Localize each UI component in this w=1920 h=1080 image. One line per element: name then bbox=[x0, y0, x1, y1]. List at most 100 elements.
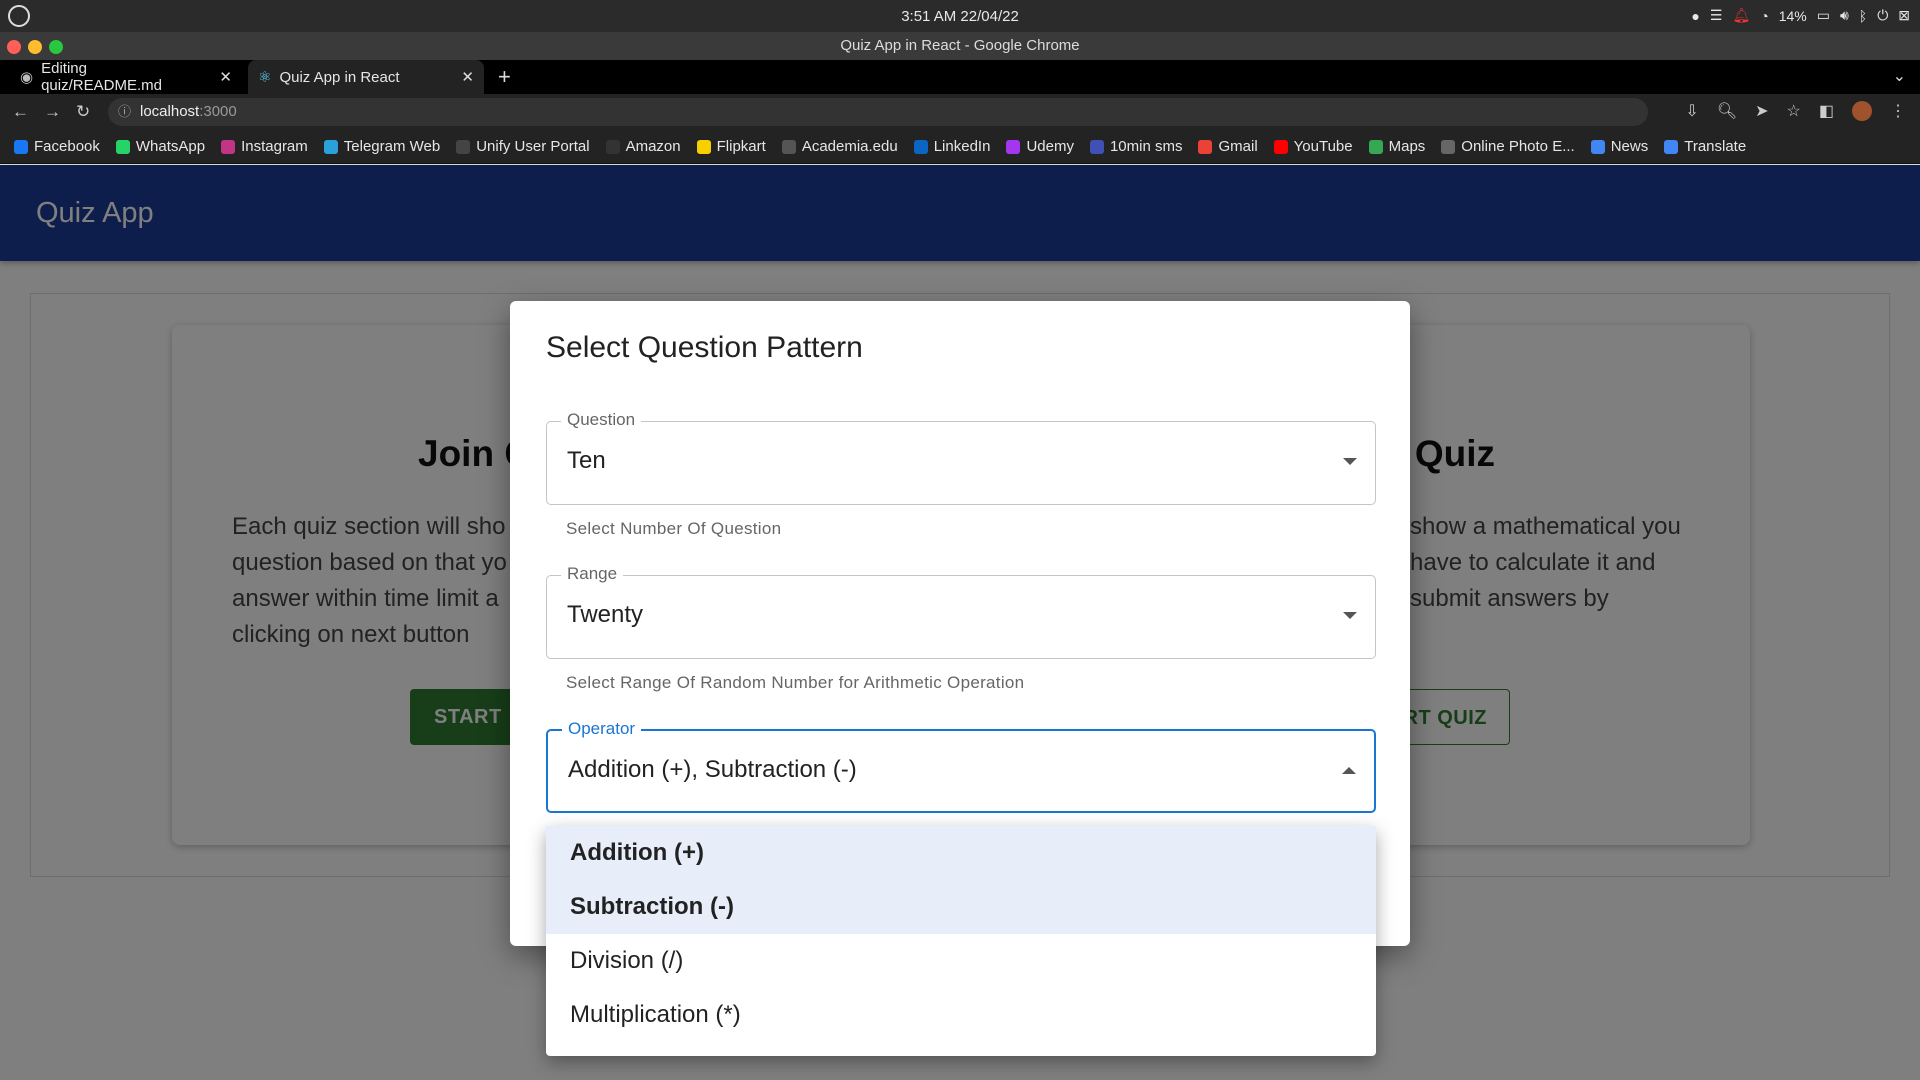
power-icon[interactable]: ⏻ bbox=[1877, 7, 1888, 24]
bookmark-favicon-icon bbox=[1089, 139, 1104, 154]
bookmark-favicon-icon bbox=[913, 139, 928, 154]
question-select[interactable]: Question Ten bbox=[546, 410, 1376, 505]
side-panel-icon[interactable]: ◧ bbox=[1819, 101, 1834, 121]
bookmark-item[interactable]: YouTube bbox=[1273, 138, 1353, 155]
bookmark-label: Telegram Web bbox=[343, 138, 441, 155]
bookmark-item[interactable]: LinkedIn bbox=[913, 138, 990, 155]
bookmark-item[interactable]: Udemy bbox=[1006, 138, 1074, 155]
url-port: :3000 bbox=[199, 103, 237, 120]
option-subtraction[interactable]: Subtraction (-) bbox=[546, 880, 1376, 934]
dialog-title: Select Question Pattern bbox=[546, 331, 863, 364]
bookmark-favicon-icon bbox=[605, 139, 620, 154]
question-value: Ten bbox=[567, 447, 606, 474]
bookmark-favicon-icon bbox=[1664, 139, 1679, 154]
bookmark-item[interactable]: Online Photo E... bbox=[1441, 138, 1575, 155]
option-addition[interactable]: Addition (+) bbox=[546, 826, 1376, 880]
bookmark-item[interactable]: Maps bbox=[1368, 138, 1426, 155]
wifi-icon[interactable]: ◔ bbox=[1760, 8, 1768, 24]
tab-quiz-app[interactable]: ⚛ Quiz App in React ✕ bbox=[248, 60, 484, 94]
bookmark-favicon-icon bbox=[1273, 139, 1288, 154]
forward-icon[interactable]: → bbox=[44, 102, 61, 122]
bookmark-favicon-icon bbox=[781, 139, 796, 154]
send-icon[interactable]: ➤ bbox=[1755, 101, 1768, 121]
bookmark-item[interactable]: WhatsApp bbox=[115, 138, 206, 155]
notification-icon[interactable]: 🔔︎ bbox=[1732, 7, 1750, 24]
bookmark-star-icon[interactable]: ☆ bbox=[1787, 101, 1801, 121]
bookmark-favicon-icon bbox=[1006, 139, 1021, 154]
reload-icon[interactable]: ↻ bbox=[76, 102, 90, 122]
bookmark-item[interactable]: Amazon bbox=[605, 138, 681, 155]
battery-icon[interactable]: ▭ bbox=[1817, 7, 1830, 24]
tab-search-icon[interactable]: ⌄ bbox=[1893, 66, 1906, 86]
bookmark-label: News bbox=[1610, 138, 1649, 155]
profile-avatar[interactable] bbox=[1852, 101, 1872, 121]
bookmark-favicon-icon bbox=[1590, 139, 1605, 154]
site-info-icon[interactable]: ⓘ bbox=[118, 98, 131, 126]
bookmark-label: YouTube bbox=[1293, 138, 1353, 155]
battery-label[interactable]: 14% bbox=[1779, 8, 1807, 24]
bookmark-item[interactable]: Academia.edu bbox=[781, 138, 898, 155]
chevron-up-icon bbox=[1342, 767, 1356, 774]
bookmark-favicon-icon bbox=[221, 139, 236, 154]
bookmark-label: Facebook bbox=[34, 138, 100, 155]
install-icon[interactable]: ⇩ bbox=[1685, 101, 1698, 121]
bookmark-label: Amazon bbox=[625, 138, 681, 155]
maximize-window-icon[interactable] bbox=[49, 40, 63, 54]
bookmark-item[interactable]: Facebook bbox=[14, 138, 100, 155]
react-icon: ⚛ bbox=[258, 69, 272, 86]
minimize-window-icon[interactable] bbox=[28, 40, 42, 54]
url-input[interactable]: ⓘ localhost:3000 bbox=[108, 98, 1648, 126]
bookmark-label: Flipkart bbox=[716, 138, 766, 155]
bookmark-item[interactable]: Flipkart bbox=[696, 138, 766, 155]
chevron-down-icon bbox=[1343, 458, 1357, 465]
bookmark-favicon-icon bbox=[696, 139, 711, 154]
bookmark-favicon-icon bbox=[1368, 139, 1383, 154]
toolbar-icons: ⇩ 🔍︎ ➤ ☆ ◧ ⋮ bbox=[1685, 101, 1906, 121]
zoom-icon[interactable]: 🔍︎ bbox=[1717, 101, 1737, 121]
bookmark-item[interactable]: Gmail bbox=[1198, 138, 1258, 155]
new-tab-icon[interactable]: + bbox=[498, 64, 511, 90]
record-icon[interactable]: ● bbox=[1691, 8, 1699, 24]
url-host: localhost bbox=[140, 103, 200, 120]
chevron-down-icon bbox=[1343, 612, 1357, 619]
operator-label: Operator bbox=[562, 719, 642, 739]
menu-icon[interactable]: ☰ bbox=[1710, 7, 1723, 24]
bookmark-label: Maps bbox=[1388, 138, 1426, 155]
back-icon[interactable]: ← bbox=[12, 102, 29, 122]
tab-strip: ◉ Editing quiz/README.md ✕ ⚛ Quiz App in… bbox=[0, 60, 1920, 94]
bookmark-item[interactable]: Unify User Portal bbox=[456, 138, 590, 155]
close-tab-icon[interactable]: ✕ bbox=[219, 68, 232, 86]
question-label: Question bbox=[561, 410, 642, 430]
bookmark-item[interactable]: Telegram Web bbox=[323, 138, 441, 155]
tab-readme[interactable]: ◉ Editing quiz/README.md ✕ bbox=[10, 60, 242, 94]
question-helper: Select Number Of Question bbox=[566, 519, 782, 538]
github-icon: ◉ bbox=[20, 69, 34, 86]
bluetooth-icon[interactable]: ᛒ bbox=[1859, 8, 1867, 24]
exit-icon[interactable]: ⊠ bbox=[1898, 7, 1910, 24]
bookmark-label: Instagram bbox=[241, 138, 308, 155]
bookmark-favicon-icon bbox=[1198, 139, 1213, 154]
volume-icon[interactable]: 🔊︎ bbox=[1840, 7, 1849, 24]
bookmark-label: 10min sms bbox=[1109, 138, 1183, 155]
option-division[interactable]: Division (/) bbox=[546, 934, 1376, 988]
operator-value: Addition (+), Subtraction (-) bbox=[568, 756, 857, 783]
bookmark-label: WhatsApp bbox=[135, 138, 206, 155]
bookmark-label: Translate bbox=[1684, 138, 1747, 155]
bookmark-favicon-icon bbox=[1441, 139, 1456, 154]
bookmark-item[interactable]: Instagram bbox=[221, 138, 308, 155]
bookmark-item[interactable]: 10min sms bbox=[1089, 138, 1183, 155]
system-tray: ● ☰ 🔔︎ ◔ 14% ▭ 🔊︎ ᛒ ⏻ ⊠ bbox=[1691, 7, 1910, 24]
bookmark-item[interactable]: News bbox=[1590, 138, 1649, 155]
bookmark-favicon-icon bbox=[14, 139, 28, 154]
range-select[interactable]: Range Twenty bbox=[546, 564, 1376, 659]
bookmark-label: Unify User Portal bbox=[476, 138, 590, 155]
close-window-icon[interactable] bbox=[7, 40, 21, 54]
bookmark-item[interactable]: Translate bbox=[1664, 138, 1746, 155]
close-tab-icon[interactable]: ✕ bbox=[461, 68, 474, 86]
option-multiplication[interactable]: Multiplication (*) bbox=[546, 988, 1376, 1042]
operator-select[interactable]: Operator Addition (+), Subtraction (-) bbox=[546, 719, 1376, 813]
window-title: Quiz App in React - Google Chrome bbox=[840, 37, 1080, 54]
more-menu-icon[interactable]: ⋮ bbox=[1890, 101, 1906, 121]
os-top-bar: 3:51 AM 22/04/22 ● ☰ 🔔︎ ◔ 14% ▭ 🔊︎ ᛒ ⏻ ⊠ bbox=[0, 0, 1920, 32]
os-clock[interactable]: 3:51 AM 22/04/22 bbox=[0, 8, 1920, 25]
